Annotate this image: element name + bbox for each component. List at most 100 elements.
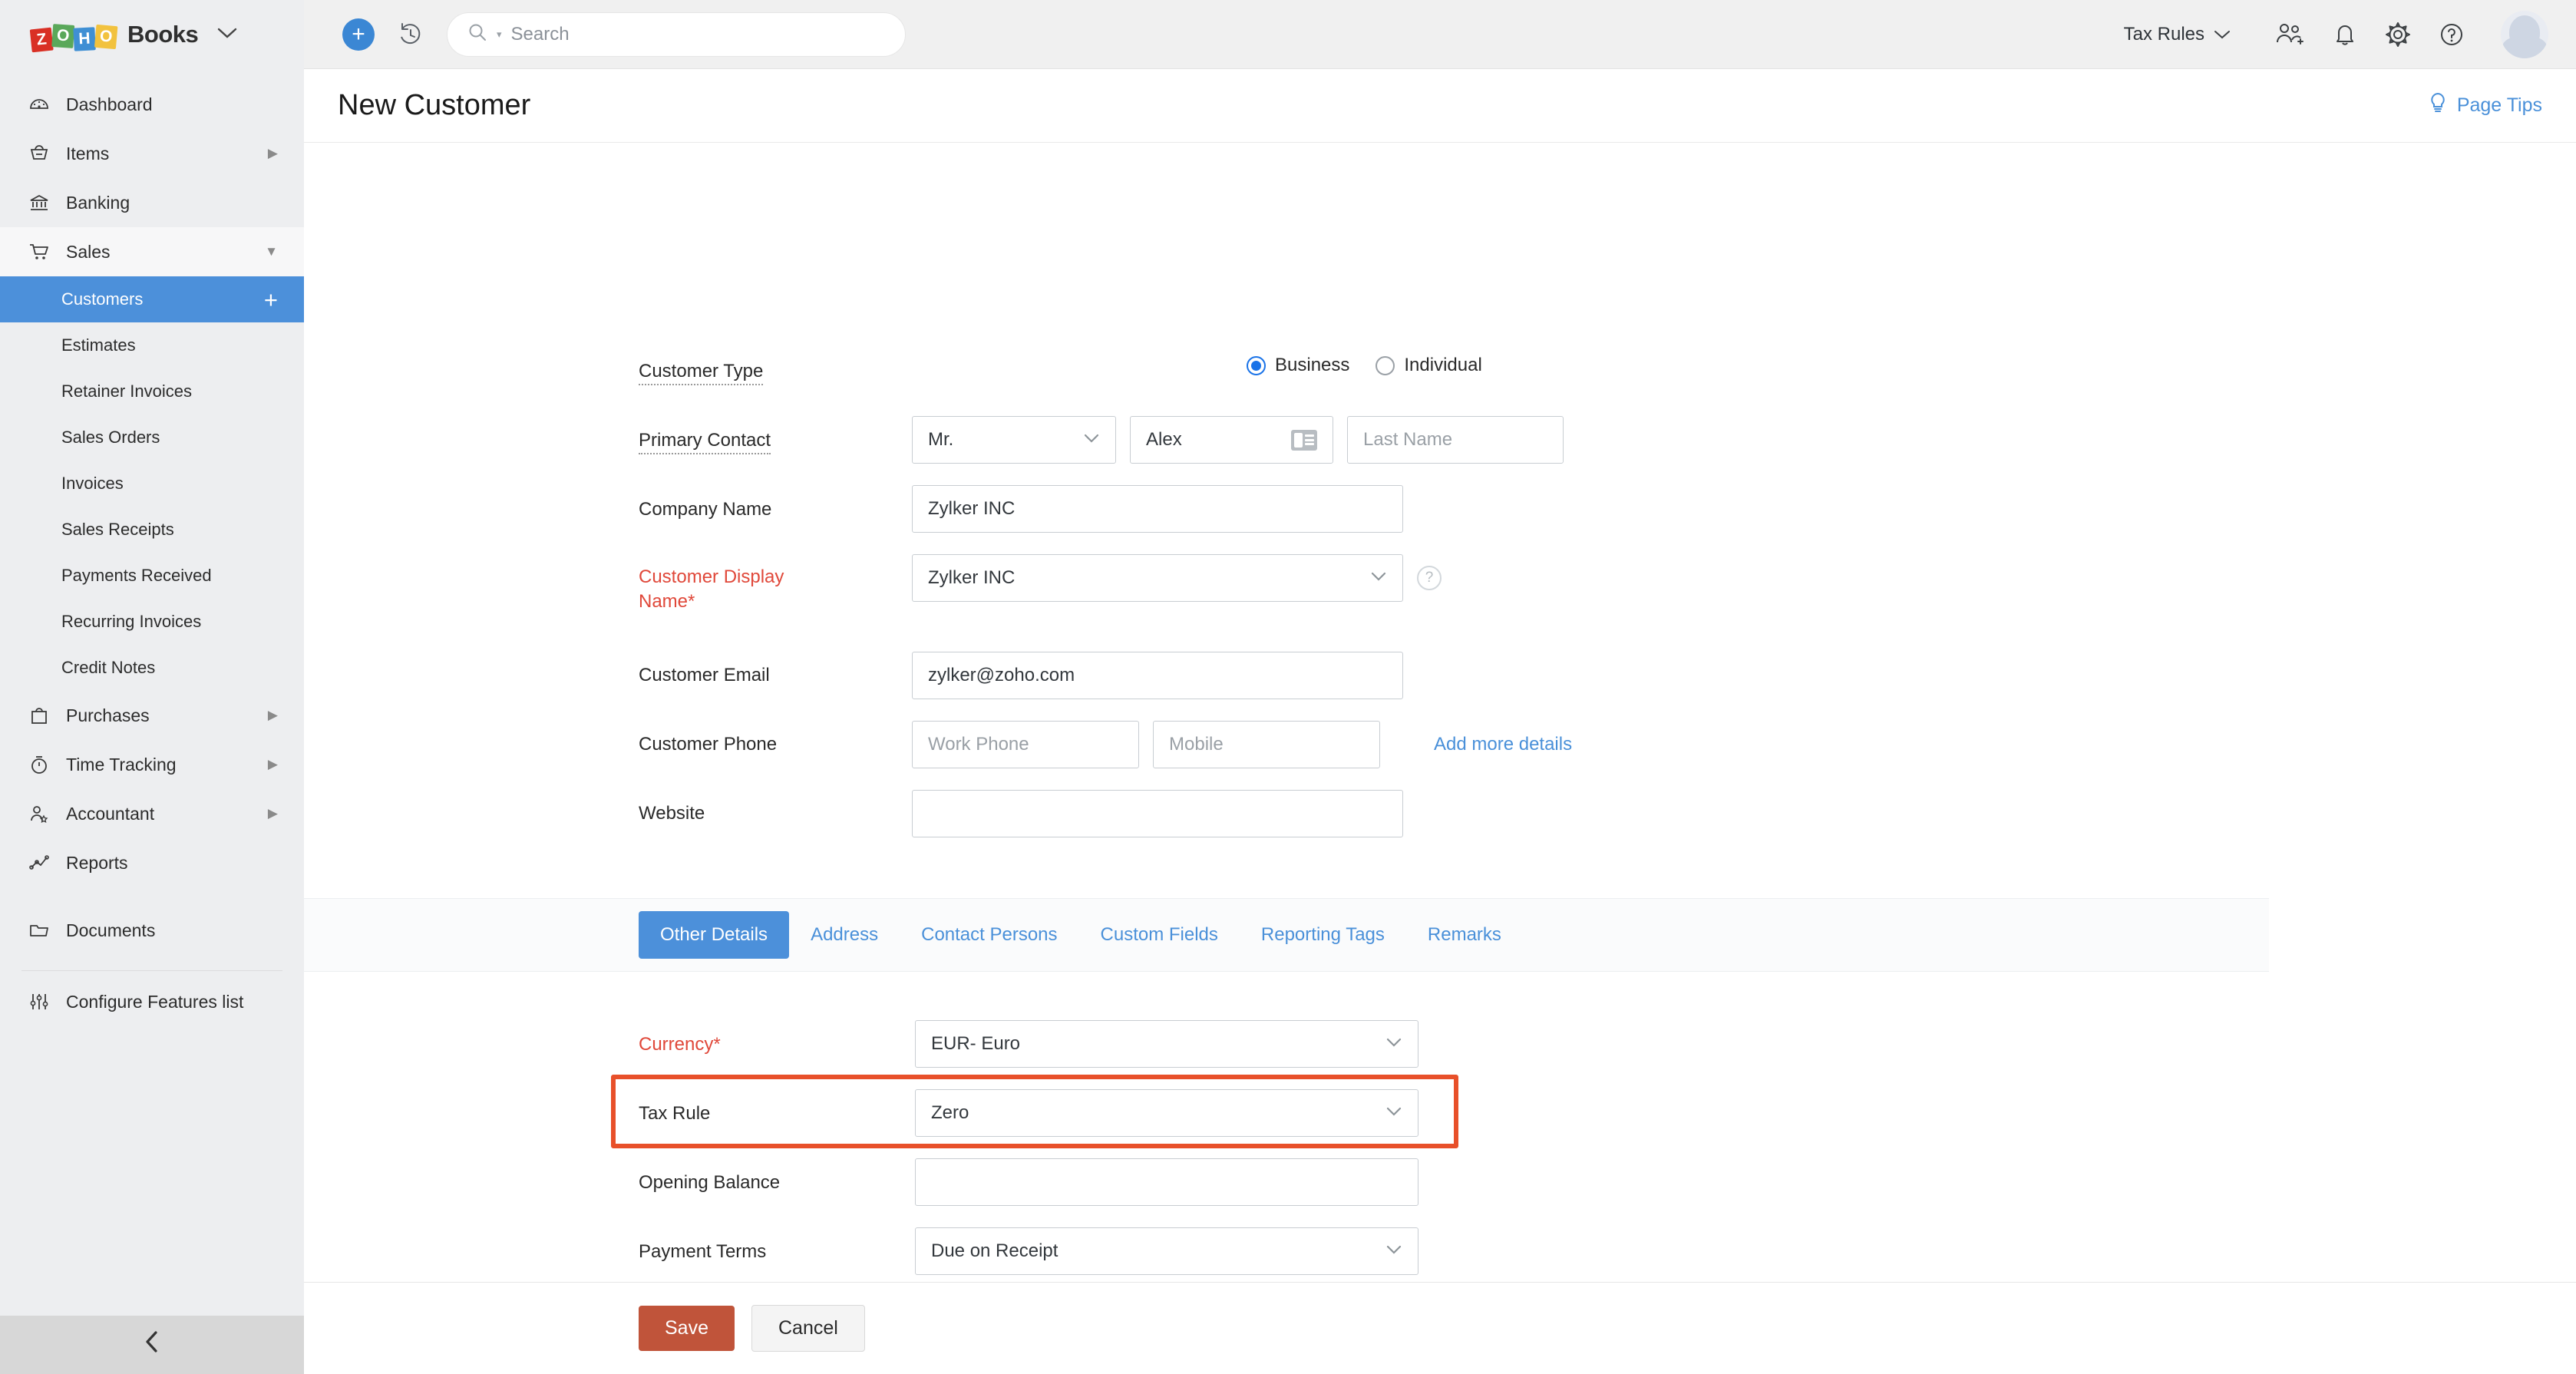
last-name-placeholder: Last Name bbox=[1363, 429, 1452, 451]
timer-icon bbox=[28, 753, 51, 776]
salutation-select[interactable]: Mr. bbox=[912, 416, 1116, 464]
chevron-down-icon[interactable] bbox=[216, 25, 238, 45]
salutation-value: Mr. bbox=[928, 429, 953, 451]
sidebar-item-label: Banking bbox=[66, 193, 263, 213]
sidebar-nav: Dashboard Items ▶ Banking bbox=[0, 69, 304, 1316]
customer-phone-row: Work Phone Mobile Add more details bbox=[912, 721, 1572, 768]
history-icon[interactable] bbox=[396, 20, 425, 49]
detail-tabs: Other Details Address Contact Persons Cu… bbox=[304, 898, 2269, 972]
first-name-input[interactable]: Alex bbox=[1130, 416, 1333, 464]
customer-type-label: Customer Type bbox=[639, 359, 907, 384]
sidebar-item-invoices[interactable]: Invoices bbox=[0, 461, 304, 507]
opening-balance-input[interactable] bbox=[915, 1158, 1418, 1206]
tab-reporting-tags[interactable]: Reporting Tags bbox=[1240, 911, 1406, 959]
sliders-icon bbox=[28, 990, 51, 1013]
sidebar-item-configure-features[interactable]: Configure Features list bbox=[0, 977, 304, 1026]
customer-phone-label: Customer Phone bbox=[639, 732, 907, 757]
tab-other-details[interactable]: Other Details bbox=[639, 911, 789, 959]
save-button[interactable]: Save bbox=[639, 1306, 735, 1351]
tab-address[interactable]: Address bbox=[789, 911, 900, 959]
tax-rule-select[interactable]: Zero bbox=[915, 1089, 1418, 1137]
mobile-phone-input[interactable]: Mobile bbox=[1153, 721, 1380, 768]
tab-contact-persons[interactable]: Contact Persons bbox=[900, 911, 1078, 959]
sidebar-item-label: Credit Notes bbox=[61, 658, 278, 678]
bell-icon[interactable] bbox=[2332, 21, 2358, 48]
logo-block-o1: O bbox=[51, 24, 74, 48]
sidebar-collapse-button[interactable] bbox=[0, 1316, 304, 1374]
basket-icon bbox=[28, 142, 51, 165]
contact-card-icon[interactable] bbox=[1291, 430, 1317, 451]
tax-rule-label: Tax Rule bbox=[639, 1102, 907, 1126]
customer-email-input[interactable]: zylker@zoho.com bbox=[912, 652, 1403, 699]
radio-business[interactable]: Business bbox=[1247, 355, 1349, 376]
sidebar-item-label: Accountant bbox=[66, 804, 253, 824]
page-tips-button[interactable]: Page Tips bbox=[2428, 91, 2542, 120]
sidebar-item-reports[interactable]: Reports bbox=[0, 838, 304, 887]
tab-custom-fields[interactable]: Custom Fields bbox=[1079, 911, 1240, 959]
company-name-input[interactable]: Zylker INC bbox=[912, 485, 1403, 533]
sidebar: Z O H O Books Dashboard bbox=[0, 0, 304, 1374]
sidebar-item-label: Sales Orders bbox=[61, 428, 278, 448]
form-footer: Save Cancel bbox=[304, 1282, 2576, 1374]
sidebar-divider bbox=[21, 970, 282, 971]
sidebar-item-retainer-invoices[interactable]: Retainer Invoices bbox=[0, 368, 304, 415]
logo-block-h: H bbox=[73, 27, 96, 51]
reports-icon bbox=[28, 851, 51, 874]
display-name-help-icon[interactable]: ? bbox=[1417, 566, 1442, 590]
sidebar-item-time-tracking[interactable]: Time Tracking ▶ bbox=[0, 740, 304, 789]
sidebar-item-sales[interactable]: Sales ▼ bbox=[0, 227, 304, 276]
sidebar-item-purchases[interactable]: Purchases ▶ bbox=[0, 691, 304, 740]
users-add-icon[interactable] bbox=[2275, 21, 2306, 48]
brand-logo[interactable]: Z O H O Books bbox=[0, 0, 304, 69]
sidebar-item-customers[interactable]: Customers + bbox=[0, 276, 304, 322]
help-icon[interactable] bbox=[2438, 21, 2465, 48]
add-more-details-link[interactable]: Add more details bbox=[1434, 734, 1572, 755]
sidebar-item-label: Items bbox=[66, 144, 253, 164]
customer-type-radio-group: Business Individual bbox=[912, 355, 1482, 376]
sidebar-item-items[interactable]: Items ▶ bbox=[0, 129, 304, 178]
payment-terms-select[interactable]: Due on Receipt bbox=[915, 1227, 1418, 1275]
zoho-logo-icon: Z O H O bbox=[31, 19, 117, 50]
sidebar-item-accountant[interactable]: Accountant ▶ bbox=[0, 789, 304, 838]
sidebar-item-sales-orders[interactable]: Sales Orders bbox=[0, 415, 304, 461]
add-customer-icon[interactable]: + bbox=[264, 288, 278, 312]
cancel-button[interactable]: Cancel bbox=[751, 1305, 865, 1352]
chevron-down-icon bbox=[1385, 1243, 1402, 1260]
gear-icon[interactable] bbox=[2384, 21, 2412, 48]
payment-terms-value: Due on Receipt bbox=[931, 1240, 1058, 1262]
customer-email-label: Customer Email bbox=[639, 663, 907, 688]
collapse-arrow: ▼ bbox=[265, 244, 278, 259]
sidebar-item-banking[interactable]: Banking bbox=[0, 178, 304, 227]
chevron-down-icon bbox=[1385, 1105, 1402, 1121]
website-input[interactable] bbox=[912, 790, 1403, 837]
sidebar-item-payments-received[interactable]: Payments Received bbox=[0, 553, 304, 599]
tax-rules-menu[interactable]: Tax Rules bbox=[2124, 24, 2231, 45]
cart-icon bbox=[28, 240, 51, 263]
last-name-input[interactable]: Last Name bbox=[1347, 416, 1564, 464]
chevron-left-icon bbox=[142, 1329, 162, 1361]
radio-individual[interactable]: Individual bbox=[1376, 355, 1481, 376]
sidebar-item-estimates[interactable]: Estimates bbox=[0, 322, 304, 368]
main-area: + ▾ Search Tax Rules bbox=[304, 0, 2576, 1374]
top-toolbar: + ▾ Search Tax Rules bbox=[304, 0, 2576, 69]
opening-balance-label: Opening Balance bbox=[639, 1171, 907, 1195]
logo-block-o2: O bbox=[94, 25, 118, 49]
sidebar-item-sales-receipts[interactable]: Sales Receipts bbox=[0, 507, 304, 553]
work-phone-input[interactable]: Work Phone bbox=[912, 721, 1139, 768]
primary-contact-label: Primary Contact bbox=[639, 428, 907, 453]
avatar[interactable] bbox=[2501, 11, 2548, 58]
display-name-select[interactable]: Zylker INC bbox=[912, 554, 1403, 602]
search-input[interactable]: ▾ Search bbox=[447, 12, 906, 57]
search-scope-caret-icon[interactable]: ▾ bbox=[497, 28, 502, 41]
bank-icon bbox=[28, 191, 51, 214]
chevron-down-icon bbox=[1370, 570, 1387, 586]
sidebar-item-documents[interactable]: Documents bbox=[0, 906, 304, 955]
tab-remarks[interactable]: Remarks bbox=[1406, 911, 1523, 959]
sidebar-item-label: Time Tracking bbox=[66, 755, 253, 775]
sidebar-item-label: Estimates bbox=[61, 335, 278, 355]
sidebar-item-dashboard[interactable]: Dashboard bbox=[0, 80, 304, 129]
create-new-button[interactable]: + bbox=[342, 18, 375, 51]
sidebar-item-recurring-invoices[interactable]: Recurring Invoices bbox=[0, 599, 304, 645]
currency-select[interactable]: EUR- Euro bbox=[915, 1020, 1418, 1068]
sidebar-item-credit-notes[interactable]: Credit Notes bbox=[0, 645, 304, 691]
